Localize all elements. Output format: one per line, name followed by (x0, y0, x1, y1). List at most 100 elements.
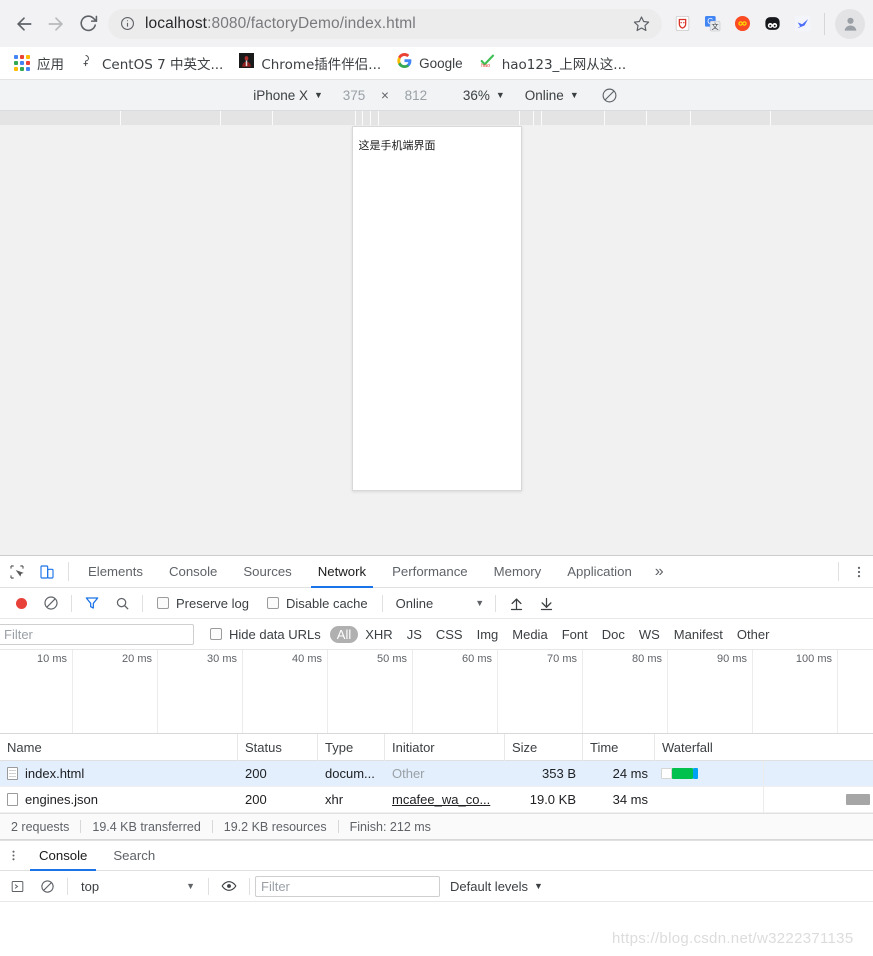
request-name-cell[interactable]: engines.json (0, 787, 238, 813)
drawer-tab-console[interactable]: Console (26, 841, 100, 871)
bookmark-item-chrome-companion[interactable]: Chrome插件伴侣... (231, 50, 389, 76)
back-arrow-icon[interactable] (8, 8, 40, 40)
filter-type-css[interactable]: CSS (429, 626, 470, 643)
tab-memory[interactable]: Memory (481, 556, 555, 587)
drawer-tab-search[interactable]: Search (100, 841, 168, 870)
throttle-value: Online (395, 595, 434, 611)
request-name-cell[interactable]: index.html (0, 761, 238, 787)
filter-type-img[interactable]: Img (470, 626, 506, 643)
column-header-waterfall[interactable]: Waterfall (655, 734, 873, 761)
zoom-value: 36% (462, 87, 490, 103)
tab-elements[interactable]: Elements (75, 556, 156, 587)
translate-icon[interactable]: G文 (698, 10, 726, 38)
tab-label: Performance (392, 564, 468, 579)
infinity-icon[interactable] (728, 10, 756, 38)
table-row[interactable]: engines.json 200 xhr mcafee_wa_co... 19.… (0, 786, 873, 813)
panda-icon[interactable] (758, 10, 786, 38)
column-header-size[interactable]: Size (505, 733, 583, 761)
toggle-device-toolbar-icon[interactable] (32, 556, 62, 587)
bookmark-apps[interactable]: 应用 (6, 50, 72, 76)
filter-type-xhr[interactable]: XHR (358, 626, 399, 643)
summary-requests: 2 requests (11, 819, 70, 834)
request-initiator[interactable]: mcafee_wa_co... (385, 787, 505, 813)
profile-avatar[interactable] (835, 8, 865, 39)
filter-type-doc[interactable]: Doc (595, 626, 632, 643)
kebab-menu-icon[interactable] (0, 841, 26, 870)
filter-type-other[interactable]: Other (730, 626, 777, 643)
tab-console[interactable]: Console (156, 556, 230, 587)
tab-network[interactable]: Network (305, 556, 379, 588)
column-header-type[interactable]: Type (318, 733, 385, 761)
filter-type-manifest[interactable]: Manifest (667, 626, 730, 643)
network-throttle-dropdown[interactable]: Online ▼ (388, 596, 491, 611)
preserve-log-checkbox[interactable]: Preserve log (148, 596, 258, 611)
address-bar[interactable]: localhost:8080/factoryDemo/index.html (108, 8, 662, 39)
console-output-area[interactable] (0, 902, 873, 956)
timeline-tick-label: 100 ms (795, 653, 832, 665)
filter-type-js[interactable]: JS (400, 626, 429, 643)
chevron-down-icon: ▼ (186, 881, 195, 891)
requests-table: Name Status Type Initiator Size Time Wat… (0, 733, 873, 813)
request-waterfall[interactable] (655, 786, 873, 813)
clear-console-icon[interactable] (32, 873, 62, 899)
network-toolbar: Preserve log Disable cache Online ▼ (0, 588, 873, 619)
chevron-down-icon: ▼ (314, 90, 323, 100)
viewport-width-input[interactable]: 375 (333, 88, 375, 103)
bookmark-star-icon[interactable] (623, 15, 650, 32)
filter-type-media[interactable]: Media (505, 626, 554, 643)
tab-sources[interactable]: Sources (230, 556, 304, 587)
bookmark-label: hao123_上网从这... (501, 57, 627, 73)
filter-type-font[interactable]: Font (555, 626, 595, 643)
live-expression-icon[interactable] (214, 873, 244, 899)
column-header-name[interactable]: Name (0, 733, 238, 761)
console-context-selector[interactable]: top ▼ (73, 879, 203, 894)
request-waterfall[interactable] (655, 760, 873, 787)
tab-application[interactable]: Application (554, 556, 645, 587)
bookmark-item-google[interactable]: Google (389, 50, 471, 76)
timeline-tick-label: 30 ms (207, 653, 237, 665)
request-time: 24 ms (612, 766, 648, 781)
drawer-tabbar: Console Search (0, 841, 873, 871)
inspect-element-icon[interactable] (2, 556, 32, 587)
disable-cache-checkbox[interactable]: Disable cache (258, 596, 377, 611)
export-har-icon[interactable] (531, 590, 561, 616)
initiator-link[interactable]: mcafee_wa_co... (392, 792, 490, 807)
network-overview-timeline[interactable]: 10 ms 20 ms 30 ms 40 ms 50 ms 60 ms 70 m… (0, 650, 873, 734)
filter-input[interactable]: Filter (0, 623, 194, 645)
bird-icon[interactable] (788, 10, 816, 38)
column-header-status[interactable]: Status (238, 733, 318, 761)
column-header-time[interactable]: Time (583, 733, 655, 761)
zoom-selector[interactable]: 36% ▼ (437, 88, 515, 103)
filter-type-all[interactable]: All (329, 625, 359, 643)
viewport-height-input[interactable]: 812 (395, 88, 437, 103)
bookmark-item-hao123[interactable]: hao hao123_上网从这... (471, 50, 634, 77)
more-tabs-icon[interactable]: » (645, 556, 674, 587)
filter-funnel-icon[interactable] (77, 590, 107, 616)
device-selector[interactable]: iPhone X ▼ (243, 88, 333, 103)
execution-context-icon[interactable] (2, 873, 32, 899)
console-filter-input[interactable]: Filter (255, 875, 440, 897)
kebab-menu-icon[interactable] (845, 556, 873, 587)
toolbar-divider (71, 594, 72, 612)
mobile-viewport[interactable]: 这是手机端界面 (351, 126, 522, 491)
forward-arrow-icon[interactable] (40, 8, 72, 40)
browser-toolbar: localhost:8080/factoryDemo/index.html G文 (0, 0, 873, 47)
import-har-icon[interactable] (501, 590, 531, 616)
hide-data-urls-checkbox[interactable]: Hide data URLs (194, 627, 330, 642)
record-button[interactable] (6, 590, 36, 616)
table-row[interactable]: index.html 200 docum... Other 353 B 24 m… (0, 760, 873, 787)
reload-icon[interactable] (72, 8, 104, 40)
dimension-separator: × (380, 87, 389, 103)
shield-icon[interactable] (668, 10, 696, 38)
console-log-levels-selector[interactable]: Default levels ▼ (440, 879, 553, 894)
checkbox-box (266, 597, 279, 609)
rotate-device-icon[interactable] (589, 87, 630, 104)
network-throttle-selector[interactable]: Online ▼ (515, 88, 589, 103)
filter-type-ws[interactable]: WS (632, 626, 667, 643)
bookmark-item-centos[interactable]: CentOS 7 中英文... (72, 50, 231, 76)
clear-button[interactable] (36, 590, 66, 616)
info-circle-icon[interactable] (120, 16, 135, 31)
tab-performance[interactable]: Performance (379, 556, 481, 587)
search-icon[interactable] (107, 590, 137, 616)
column-header-initiator[interactable]: Initiator (385, 733, 505, 761)
